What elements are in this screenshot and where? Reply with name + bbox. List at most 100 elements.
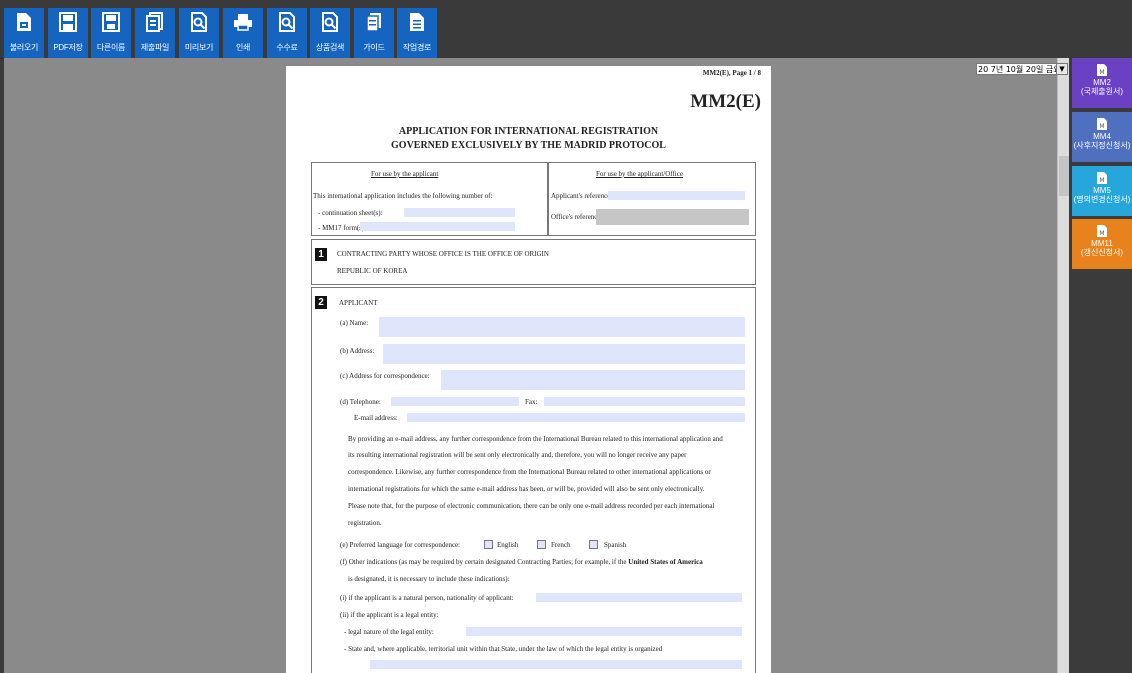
- svg-text:M: M: [1099, 69, 1104, 76]
- open-file-button[interactable]: 불러오기: [4, 8, 44, 58]
- toolbar: 불러오기 PDF저장 다른이름 제출파일 미리보기 인쇄 수수료 상품검색 가이…: [0, 0, 1132, 59]
- fee-label: 수수료: [276, 43, 298, 52]
- guide-label: 가이드: [363, 43, 385, 52]
- mm17-forms-field[interactable]: [360, 222, 515, 231]
- open-file-label: 불러오기: [9, 43, 39, 52]
- natural-person-label: (i) if the applicant is a natural person…: [340, 594, 514, 602]
- form-code-label: MM5: [1093, 186, 1111, 195]
- date-select[interactable]: 20 7년 10월 20일 금요일 ▼: [976, 63, 1068, 75]
- legal-nature-label: - legal nature of the legal entity:: [344, 628, 434, 636]
- form-code: MM2(E): [690, 91, 761, 112]
- work-path-button[interactable]: 작업경로: [397, 8, 437, 58]
- fax-label: Fax:: [525, 398, 538, 406]
- save-as-button[interactable]: 다른이름: [91, 8, 131, 58]
- save-pdf-icon: [57, 10, 79, 34]
- print-button[interactable]: 인쇄: [223, 8, 263, 58]
- form-mm4-button[interactable]: M MM4 (사후지정신청서): [1072, 112, 1132, 162]
- email-notice-line: By providing an e-mail address, any furt…: [348, 435, 723, 443]
- legal-entity-label: (ii) if the applicant is a legal entity:: [340, 611, 439, 619]
- save-as-icon: [100, 10, 122, 34]
- svg-text:M: M: [1099, 230, 1104, 237]
- spanish-label: Spanish: [604, 541, 627, 549]
- nationality-field[interactable]: [536, 593, 742, 602]
- guide-button[interactable]: 가이드: [354, 8, 394, 58]
- section-1-box: [311, 239, 756, 285]
- email-notice-line: correspondence. Likewise, any further co…: [348, 468, 711, 476]
- english-label: English: [497, 541, 519, 549]
- name-label: (a) Name:: [340, 319, 369, 327]
- guide-icon: [363, 10, 385, 34]
- print-label: 인쇄: [235, 43, 251, 52]
- form-doc-icon: M: [1097, 118, 1107, 130]
- form-code-label: MM2: [1093, 78, 1111, 87]
- applicant-reference-label: Applicant's reference:: [551, 192, 613, 200]
- save-pdf-button[interactable]: PDF저장: [48, 8, 88, 58]
- open-file-icon: [13, 10, 35, 34]
- email-notice-line: Please note that, for the purpose of ele…: [348, 502, 715, 510]
- telephone-field[interactable]: [391, 397, 519, 406]
- form-desc-label: (사후지정신청서): [1073, 141, 1131, 150]
- spanish-checkbox[interactable]: [589, 540, 598, 549]
- email-notice-line: its resulting international registration…: [348, 451, 687, 459]
- form-doc-icon: M: [1097, 225, 1107, 237]
- office-of-origin-value: REPUBLIC OF KOREA: [337, 267, 408, 275]
- printer-icon: [232, 10, 254, 34]
- name-field[interactable]: [379, 317, 745, 337]
- save-as-label: 다른이름: [96, 43, 126, 52]
- fax-field[interactable]: [544, 397, 745, 406]
- form-desc-label: (명의변경신청서): [1073, 195, 1131, 204]
- page-reference: MM2(E), Page 1 / 8: [702, 69, 761, 77]
- email-label: E-mail address:: [354, 414, 398, 422]
- svg-text:M: M: [1099, 177, 1104, 184]
- address-label: (b) Address:: [340, 347, 375, 355]
- fee-icon: [276, 10, 298, 34]
- french-label: French: [551, 541, 571, 549]
- form-doc-icon: M: [1097, 64, 1107, 76]
- applicant-reference-field[interactable]: [608, 191, 745, 200]
- address-correspondence-field[interactable]: [441, 370, 745, 390]
- preview-label: 미리보기: [184, 43, 214, 52]
- form-mm5-button[interactable]: M MM5 (명의변경신청서): [1072, 166, 1132, 216]
- form-code-label: MM4: [1093, 132, 1111, 141]
- office-use-heading: For use by the applicant/Office: [596, 170, 683, 178]
- preview-button[interactable]: 미리보기: [179, 8, 219, 58]
- mm17-forms-label: - MM17 form(s):: [318, 224, 367, 232]
- legal-nature-field[interactable]: [466, 627, 742, 636]
- email-notice-line: registration.: [348, 519, 382, 527]
- preview-icon: [188, 10, 210, 34]
- office-reference-field: [596, 209, 749, 225]
- form-mm2-button[interactable]: M MM2 (국제출원서): [1072, 58, 1132, 108]
- continuation-sheets-field[interactable]: [404, 208, 515, 217]
- form-doc-icon: M: [1097, 172, 1107, 184]
- address-correspondence-label: (c) Address for correspondence:: [340, 372, 430, 380]
- state-unit-field[interactable]: [370, 660, 742, 669]
- document-page: MM2(E), Page 1 / 8 MM2(E) APPLICATION FO…: [286, 66, 771, 673]
- english-checkbox[interactable]: [484, 540, 493, 549]
- form-title-line1: APPLICATION FOR INTERNATIONAL REGISTRATI…: [398, 126, 659, 137]
- chevron-down-icon[interactable]: ▼: [1056, 64, 1067, 74]
- work-path-label: 작업경로: [402, 43, 432, 52]
- section-2-title: APPLICANT: [339, 299, 378, 307]
- telephone-label: (d) Telephone:: [340, 398, 381, 406]
- applicant-use-intro: This international application includes …: [313, 192, 493, 200]
- applicant-use-heading: For use by the applicant: [371, 170, 439, 178]
- form-mm11-button[interactable]: M MM11 (갱신신청서): [1072, 219, 1132, 269]
- state-unit-label: - State and, where applicable, territori…: [344, 645, 663, 653]
- scrollbar-thumb[interactable]: [1059, 156, 1069, 196]
- submit-file-button[interactable]: 제출파일: [135, 8, 175, 58]
- form-code-label: MM11: [1091, 239, 1113, 248]
- office-reference-label: Office's reference:: [551, 213, 603, 221]
- form-desc-label: (갱신신청서): [1080, 248, 1124, 257]
- french-checkbox[interactable]: [537, 540, 546, 549]
- search-goods-icon: [319, 10, 341, 34]
- fee-button[interactable]: 수수료: [267, 8, 307, 58]
- address-field[interactable]: [383, 344, 745, 364]
- svg-text:M: M: [1099, 123, 1104, 130]
- email-field[interactable]: [407, 413, 745, 422]
- search-goods-label: 상품검색: [315, 43, 345, 52]
- search-goods-button[interactable]: 상품검색: [310, 8, 350, 58]
- submit-file-label: 제출파일: [140, 43, 170, 52]
- save-pdf-label: PDF저장: [53, 43, 83, 52]
- work-path-icon: [406, 10, 428, 34]
- continuation-sheets-label: - continuation sheet(s):: [318, 209, 383, 217]
